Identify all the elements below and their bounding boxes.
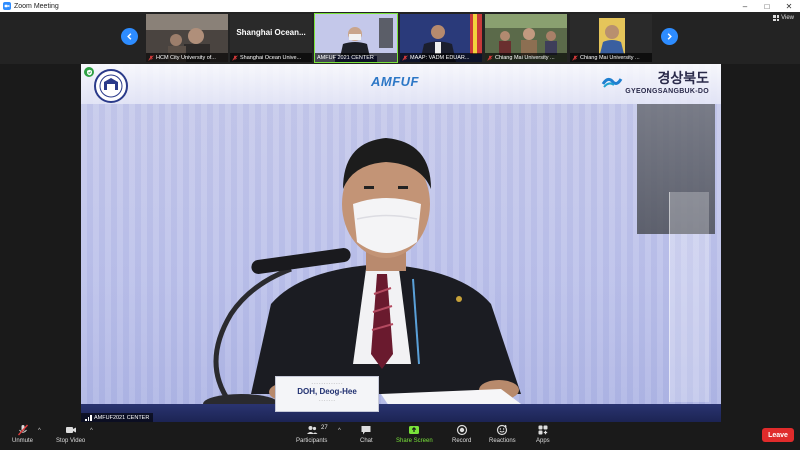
muted-mic-icon: [148, 54, 154, 61]
main-video-name: AMFUF2021 CENTER: [94, 414, 150, 421]
muted-mic-icon: [487, 54, 493, 61]
participant-name: MAAP: VADM EDUAR...: [410, 54, 470, 61]
participant-caption: Chiang Mai University ...: [570, 53, 652, 62]
previous-page-button[interactable]: [121, 28, 138, 45]
chevron-right-icon: [667, 33, 672, 40]
video-options-caret[interactable]: ^: [90, 428, 93, 434]
participant-tile[interactable]: Shanghai Ocean... Shanghai Ocean Unive..…: [230, 14, 312, 62]
leave-meeting-button[interactable]: Leave: [762, 428, 794, 442]
participant-tile[interactable]: Chiang Mai University ...: [485, 14, 567, 62]
apps-button[interactable]: Apps: [536, 424, 550, 448]
participant-tile[interactable]: Chiang Mai University ...: [570, 14, 652, 62]
minimize-button[interactable]: –: [734, 0, 756, 12]
record-icon: [456, 424, 467, 436]
unmute-button[interactable]: Unmute: [12, 424, 33, 448]
nameplate-decor: - - - - - - -: [319, 397, 335, 402]
participants-options-caret[interactable]: ^: [338, 428, 341, 434]
muted-mic-icon: [572, 54, 578, 61]
audio-options-caret[interactable]: ^: [38, 428, 41, 434]
record-label: Record: [452, 438, 472, 444]
muted-mic-icon: [17, 424, 28, 436]
participant-tile-active[interactable]: AMFUF 2021 CENTER: [314, 13, 398, 63]
view-button-label: View: [781, 15, 794, 21]
chat-bubble-icon: [361, 426, 371, 435]
speaker-figure: [203, 138, 521, 414]
main-video-caption: AMFUF2021 CENTER: [81, 413, 154, 422]
chat-label: Chat: [360, 438, 373, 444]
maximize-button[interactable]: □: [756, 0, 778, 12]
main-speaker-video: AMFUF 경상북도 GYEONGSANGBUK-DO - - - - - - …: [81, 64, 721, 422]
muted-mic-icon: [232, 54, 238, 61]
reactions-button[interactable]: Reactions: [489, 424, 516, 448]
participant-name: AMFUF 2021 CENTER: [317, 54, 374, 61]
chat-button[interactable]: Chat: [360, 424, 373, 448]
participant-name: HCM City University of...: [156, 54, 216, 61]
speaker-nameplate: - - - - - - - - - - - - - DOH, Deog-Hee …: [275, 376, 379, 412]
share-screen-icon: [409, 426, 420, 434]
meeting-toolbar: Unmute ^ Stop Video ^ Participants 27 ^ …: [0, 422, 800, 450]
apps-label: Apps: [536, 438, 550, 444]
participant-caption: Chiang Mai University ...: [485, 53, 567, 62]
share-screen-button[interactable]: Share Screen: [396, 424, 433, 448]
participants-label: Participants: [296, 438, 328, 444]
window-titlebar: Zoom Meeting – □ ✕: [0, 0, 800, 12]
participant-caption: HCM City University of...: [146, 53, 228, 62]
unmute-label: Unmute: [12, 438, 34, 444]
participant-tile[interactable]: HCM City University of...: [146, 14, 228, 62]
zoom-logo-icon: [3, 2, 11, 10]
window-title: Zoom Meeting: [14, 2, 59, 10]
next-page-button[interactable]: [661, 28, 678, 45]
close-button[interactable]: ✕: [778, 0, 800, 12]
encryption-shield-icon[interactable]: [84, 67, 94, 77]
participants-count: 27: [321, 425, 328, 431]
nameplate-name: DOH, Deog-Hee: [297, 387, 357, 396]
signal-bars-icon: [85, 414, 92, 421]
record-button[interactable]: Record: [452, 424, 471, 448]
conference-table: [81, 404, 721, 422]
participant-tile[interactable]: MAAP: VADM EDUAR...: [400, 14, 482, 62]
view-button[interactable]: View: [773, 15, 794, 21]
muted-mic-icon: [402, 54, 408, 61]
participant-name: Shanghai Ocean Unive...: [240, 54, 302, 61]
participant-name: Chiang Mai University ...: [495, 54, 555, 61]
participant-strip: View HCM City University of... Shanghai …: [0, 12, 800, 64]
participants-icon: [306, 426, 318, 434]
grid-view-icon: [773, 15, 780, 21]
participant-caption: AMFUF 2021 CENTER: [315, 53, 397, 62]
participant-caption: MAAP: VADM EDUAR...: [400, 53, 482, 62]
reactions-label: Reactions: [489, 438, 516, 444]
smiley-reaction-icon: [497, 424, 508, 436]
stop-video-button[interactable]: Stop Video: [56, 424, 85, 448]
share-screen-label: Share Screen: [396, 438, 433, 444]
stop-video-label: Stop Video: [56, 438, 86, 444]
chevron-left-icon: [127, 33, 132, 40]
participant-name: Chiang Mai University ...: [580, 54, 640, 61]
apps-grid-icon: [538, 425, 548, 435]
participant-caption: Shanghai Ocean Unive...: [230, 53, 312, 62]
participant-big-name: Shanghai Ocean...: [236, 28, 306, 37]
video-camera-icon: [65, 427, 76, 433]
window-controls: – □ ✕: [734, 0, 800, 12]
nameplate-decor: - - - - - - - - - - - - -: [311, 380, 343, 385]
